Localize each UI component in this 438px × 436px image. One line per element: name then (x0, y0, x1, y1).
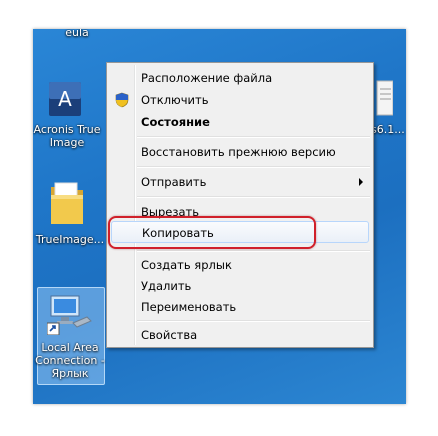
menu-item-label: Отправить (141, 175, 207, 189)
menu-separator (137, 250, 370, 252)
menu-item-status[interactable]: Состояние (109, 111, 371, 133)
menu-item-label: Состояние (141, 115, 210, 129)
menu-item-label: Свойства (141, 328, 198, 342)
menu-separator (137, 196, 370, 198)
menu-separator (137, 136, 370, 138)
menu-item-restore-previous[interactable]: Восстановить прежнюю версию (109, 141, 371, 163)
right-item-label: s6.1... (371, 123, 405, 136)
menu-item-disable[interactable]: Отключить (109, 89, 371, 111)
document-icon[interactable] (373, 79, 394, 119)
menu-item-file-location[interactable]: Расположение файла (109, 67, 371, 89)
desktop-item-label: eula (65, 29, 89, 39)
menu-item-create-shortcut[interactable]: Создать ярлык (109, 254, 371, 276)
menu-item-label: Создать ярлык (141, 258, 232, 272)
lan-label-line3: Ярлык (51, 367, 89, 380)
annotation-highlight-ring (108, 216, 316, 249)
menu-item-rename[interactable]: Переименовать (109, 296, 371, 318)
menu-item-properties[interactable]: Свойства (109, 324, 371, 346)
acronis-label: Acronis True Image (33, 123, 103, 149)
svg-text:A: A (58, 87, 72, 111)
lan-label-line1: Local Area (41, 341, 99, 354)
menu-separator (137, 166, 370, 168)
lan-label-line2: Connection - (35, 354, 105, 367)
menu-item-label: Удалить (141, 279, 192, 293)
acronis-label-line2: Image (49, 136, 85, 149)
acronis-app-icon[interactable]: A (48, 81, 82, 117)
network-computer-icon[interactable] (46, 293, 93, 336)
uac-shield-icon (114, 92, 130, 108)
acronis-label-line1: Acronis True (33, 123, 101, 136)
folder-icon[interactable] (49, 181, 85, 227)
menu-item-send-to[interactable]: Отправить (109, 171, 371, 193)
context-menu: Расположение файла Отключить Состояние В… (106, 62, 374, 348)
menu-item-label: Восстановить прежнюю версию (141, 145, 336, 159)
menu-item-delete[interactable]: Удалить (109, 275, 371, 297)
trueimage-label: TrueImage... (35, 233, 105, 246)
submenu-arrow-icon (359, 178, 363, 186)
menu-item-label: Переименовать (141, 300, 237, 314)
menu-item-label: Расположение файла (141, 71, 273, 85)
lan-label: Local Area Connection - Ярлык (35, 341, 105, 380)
menu-separator (137, 320, 370, 322)
menu-item-label: Отключить (141, 93, 209, 107)
